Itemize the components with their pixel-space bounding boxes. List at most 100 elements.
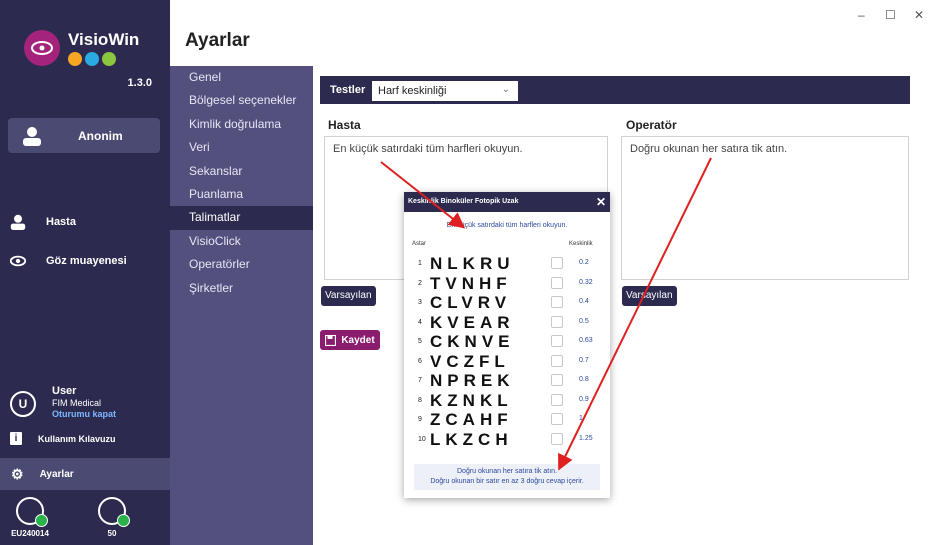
row-acuity-value: 0.32 [579,279,593,286]
logout-link[interactable]: Oturumu kapat [52,409,116,419]
save-icon [325,334,337,346]
row-number: 6 [418,358,422,365]
acuity-row: 3 CLVRV 0.4 [404,293,610,312]
settings-menu-item[interactable]: Genel [170,66,313,89]
maximize-button[interactable]: ☐ [885,8,896,22]
row-checkbox[interactable] [551,394,563,406]
row-acuity-value: 0.4 [579,298,589,305]
patient-default-button[interactable]: Varsayılan [321,286,376,306]
app-name: VisioWin [68,30,140,49]
user-name: User [52,385,77,397]
footer-line-2: Doğru okunan bir satır en az 3 doğru cev… [430,478,584,485]
acuity-row: 2 TVNHF 0.32 [404,274,610,293]
device-status: EU240014 50 [0,497,170,545]
settings-menu-item[interactable]: Veri [170,136,313,159]
row-checkbox[interactable] [551,296,563,308]
sidebar-item-label: Göz muayenesi [46,255,127,267]
row-acuity-value: 0.2 [579,259,589,266]
acuity-row: 4 KVEAR 0.5 [404,313,610,332]
settings-menu-item[interactable]: Puanlama [170,183,313,206]
row-acuity-value: 0.8 [579,376,589,383]
row-letters: CKNVE [430,332,515,351]
person-icon [23,127,41,146]
row-letters: ZCAHF [430,410,513,429]
settings-menu-item[interactable]: Kimlik doğrulama [170,113,313,136]
sidebar-item-label: Ayarlar [39,468,74,480]
device-label: 50 [107,529,117,538]
row-acuity-value: 0.5 [579,318,589,325]
avatar: U [10,391,36,417]
anonymous-patient-button[interactable]: Anonim [8,118,160,153]
row-acuity-value: 1.25 [579,435,593,442]
user-guide-link[interactable]: i Kullanım Kılavuzu [10,432,116,445]
person-icon [10,214,26,230]
popup-title-bar: Keskinlik Binoküler Fotopik Uzak ✕ [404,192,610,212]
footer-line-1: Doğru okunan her satıra tik atın. [457,468,557,475]
row-checkbox[interactable] [551,433,563,445]
device-headset[interactable]: 50 [92,497,132,538]
row-checkbox[interactable] [551,413,563,425]
save-label: Kaydet [341,334,375,346]
eye-logo-icon [24,30,60,66]
chevron-down-icon: ⌄ [501,84,510,95]
settings-menu-item-active[interactable]: Talimatlar [170,206,313,230]
operator-instruction-field[interactable]: Doğru okunan her satıra tik atın. [621,136,909,280]
row-number: 9 [418,416,422,423]
user-company: FIM Medical [52,398,102,408]
popup-title: Keskinlik Binoküler Fotopik Uzak [408,198,519,205]
user-guide-label: Kullanım Kılavuzu [38,433,116,444]
acuity-row: 9 ZCAHF 1 [404,410,610,429]
row-number: 1 [418,260,422,267]
anon-label: Anonim [78,128,123,143]
settings-menu-item[interactable]: VisioClick [170,230,313,253]
acuity-preview-popup: Keskinlik Binoküler Fotopik Uzak ✕ En kü… [404,192,610,498]
row-column-header: Astar [412,241,427,247]
settings-menu-item[interactable]: Sekanslar [170,160,313,183]
row-letters: NLKRU [430,254,515,273]
popup-footer: Doğru okunan her satıra tik atın. Doğru … [414,464,600,490]
sidebar-item-settings[interactable]: ⚙ Ayarlar [0,458,170,490]
app-version: 1.3.0 [127,77,152,89]
row-checkbox[interactable] [551,374,563,386]
close-icon[interactable]: ✕ [596,192,606,212]
close-window-button[interactable]: ✕ [914,8,924,22]
acuity-row: 1 NLKRU 0.2 [404,254,610,273]
row-checkbox[interactable] [551,335,563,347]
app-window: VisioWin 1.3.0 Anonim Hasta Göz muayenes… [0,0,931,545]
row-number: 3 [418,299,422,306]
minimize-button[interactable]: – [858,8,865,22]
sidebar-item-eye-exam[interactable]: Göz muayenesi [10,255,127,267]
row-letters: KVEAR [430,313,515,332]
acuity-row: 10 LKZCH 1.25 [404,430,610,449]
acuity-column-header: Keskinlik [569,241,593,247]
row-number: 5 [418,338,422,345]
gear-icon: ⚙ [11,465,24,482]
user-block: U User FIM Medical Oturumu kapat [10,385,160,425]
test-select[interactable]: Harf keskinliği ⌄ [372,81,518,101]
patient-section-label: Hasta [328,118,361,132]
sidebar-item-patient[interactable]: Hasta [10,214,76,230]
settings-menu-item[interactable]: Operatörler [170,253,313,276]
row-number: 4 [418,319,422,326]
row-letters: TVNHF [430,274,512,293]
test-select-value: Harf keskinliği [378,85,447,97]
save-button[interactable]: Kaydet [320,330,380,350]
row-checkbox[interactable] [551,355,563,367]
row-letters: NPREK [430,371,515,390]
headset-icon [98,497,130,527]
row-number: 10 [418,436,426,443]
settings-menu-item[interactable]: Şirketler [170,277,313,300]
operator-default-button[interactable]: Varsayılan [622,286,677,306]
row-checkbox[interactable] [551,277,563,289]
device-eu240014[interactable]: EU240014 [10,497,50,538]
connected-badge-icon [117,514,130,527]
row-checkbox[interactable] [551,257,563,269]
settings-menu-item[interactable]: Bölgesel seçenekler [170,89,313,112]
row-acuity-value: 0.7 [579,357,589,364]
device-icon [16,497,48,527]
acuity-row: 6 VCZFL 0.7 [404,352,610,371]
sidebar-item-label: Hasta [46,216,76,228]
row-letters: VCZFL [430,352,510,371]
operator-section-label: Operatör [626,118,677,132]
row-checkbox[interactable] [551,316,563,328]
